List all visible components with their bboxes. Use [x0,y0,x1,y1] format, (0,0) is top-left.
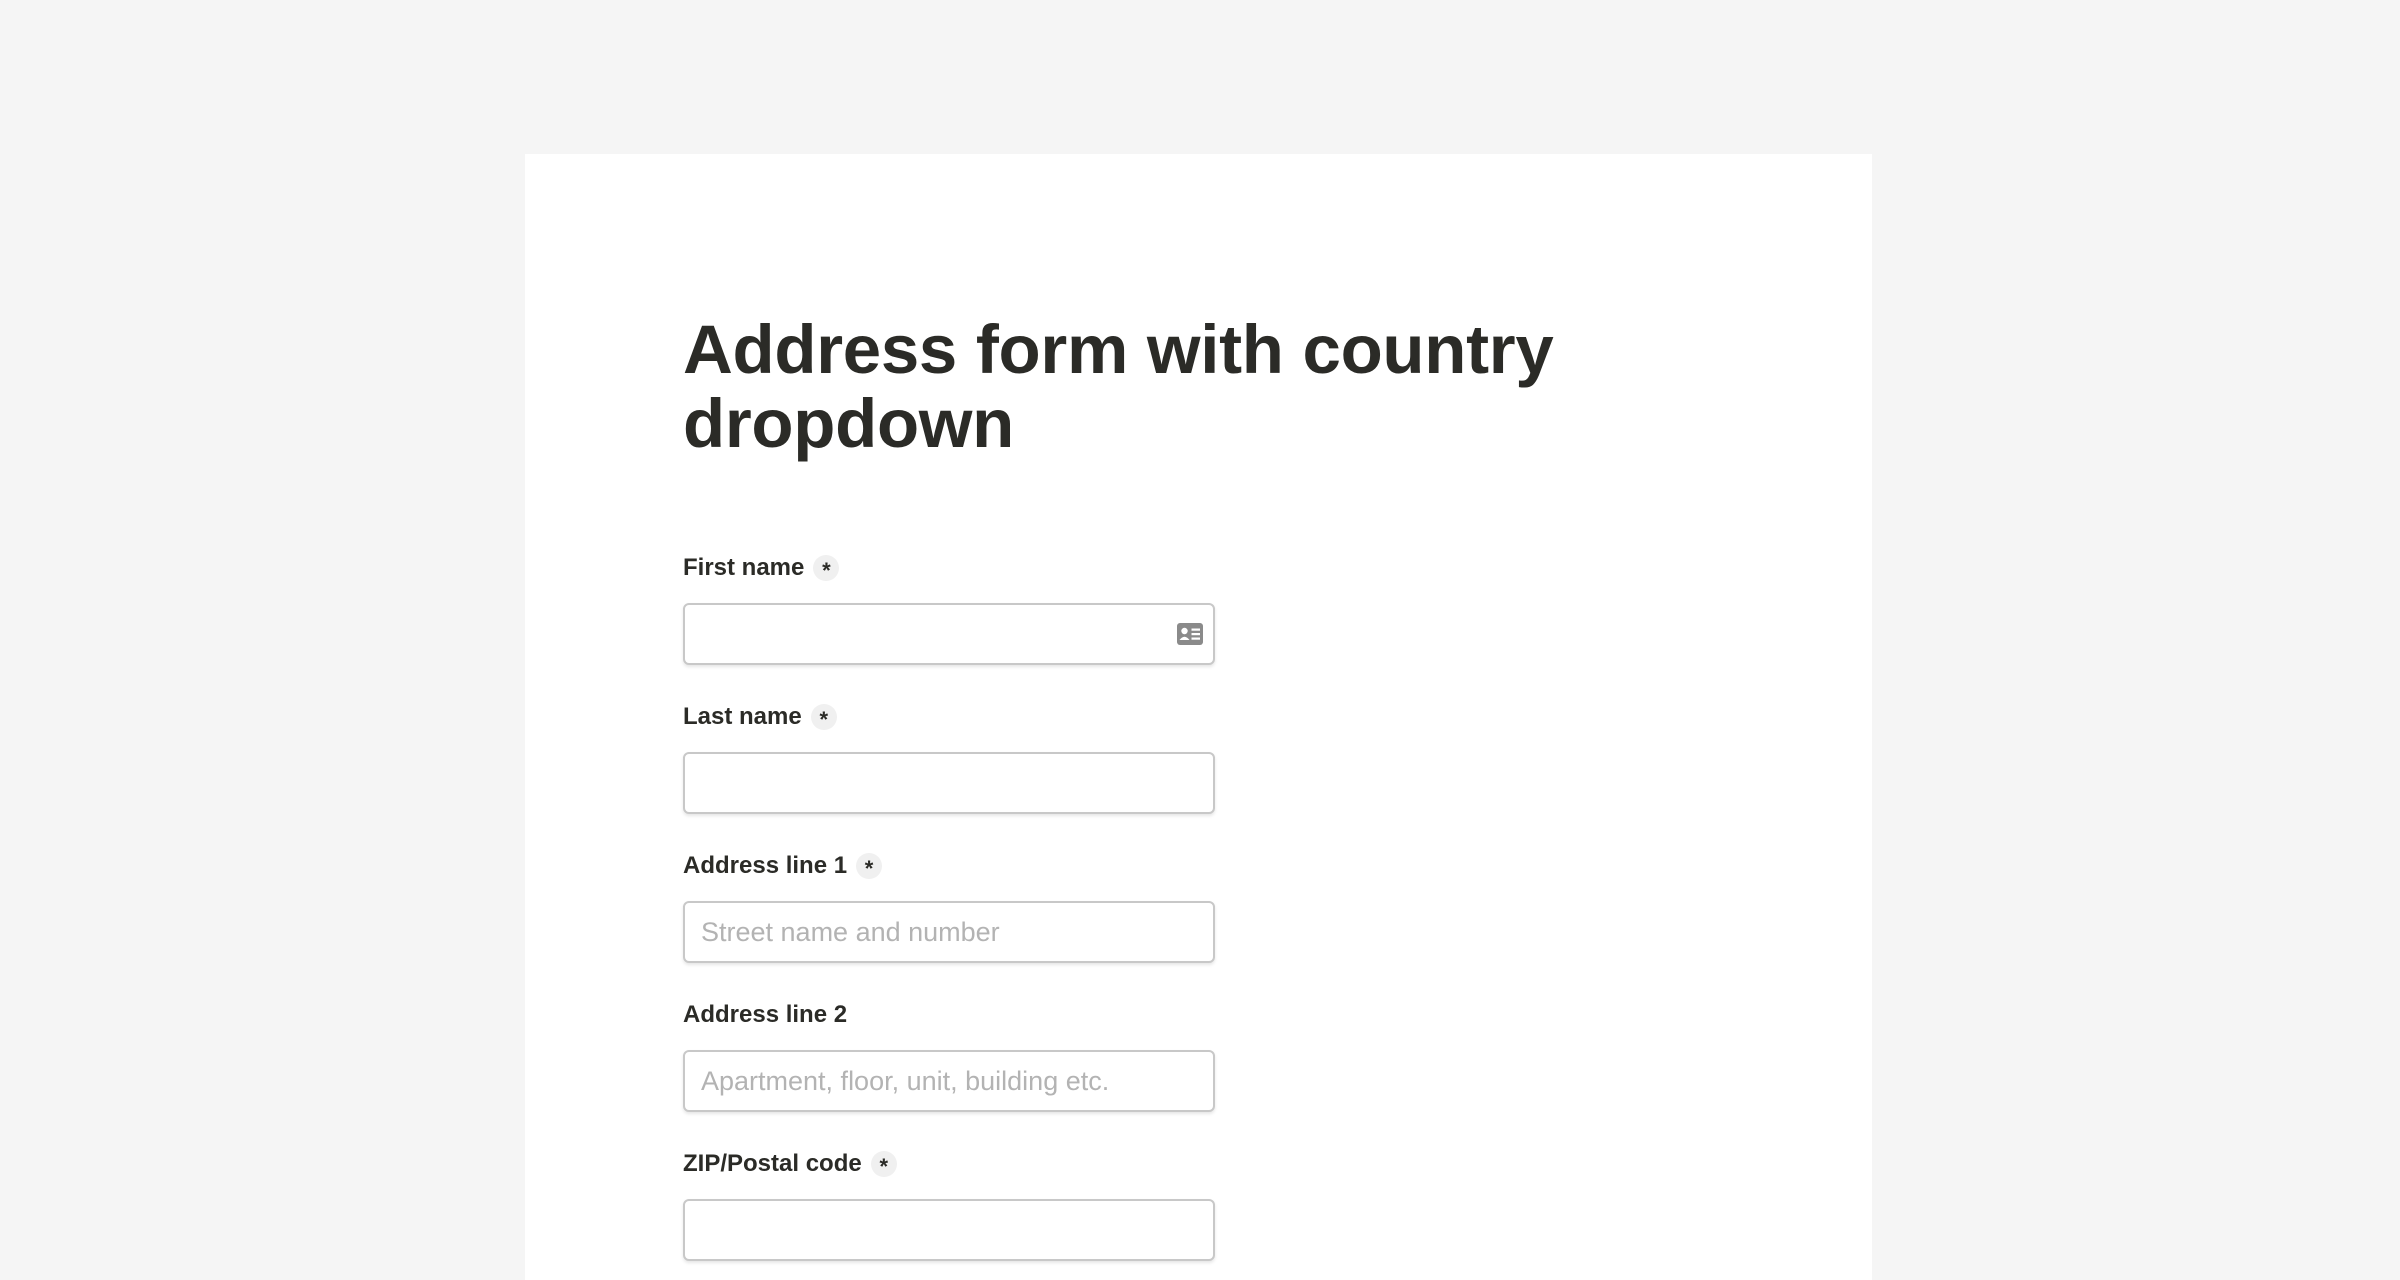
address-line-2-label: Address line 2 [683,1001,848,1028]
address-line-1-label: Address line 1 [683,852,848,879]
form-card: Address form with country dropdown First… [525,154,1872,1280]
first-name-field: First name * [683,553,1215,665]
last-name-input[interactable] [685,754,1213,812]
required-marker: * [856,853,883,880]
zip-input[interactable] [685,1201,1213,1259]
required-marker: * [870,1151,897,1178]
first-name-input-box [683,603,1215,665]
address-line-1-input[interactable] [685,903,1213,961]
zip-label-row: ZIP/Postal code * [683,1149,1215,1179]
last-name-label-row: Last name * [683,702,1215,732]
last-name-input-box [683,752,1215,814]
address-line-1-input-box [683,901,1215,963]
first-name-label-row: First name * [683,553,1215,583]
zip-input-box [683,1199,1215,1261]
first-name-input[interactable] [685,605,1213,663]
address-line-2-input[interactable] [685,1052,1213,1110]
address-line-1-label-row: Address line 1 * [683,851,1215,881]
zip-label: ZIP/Postal code [683,1150,862,1177]
address-line-1-field: Address line 1 * [683,851,1215,963]
required-marker: * [813,555,840,582]
address-line-2-input-box [683,1050,1215,1112]
last-name-label: Last name [683,703,802,730]
address-line-2-field: Address line 2 [683,1000,1215,1112]
first-name-label: First name [683,554,805,581]
address-line-2-label-row: Address line 2 [683,1000,1215,1030]
contact-card-icon[interactable] [1176,622,1204,646]
zip-field: ZIP/Postal code * [683,1149,1215,1261]
page-title: Address form with country dropdown [683,311,1554,462]
required-marker: * [810,704,837,731]
last-name-field: Last name * [683,702,1215,814]
